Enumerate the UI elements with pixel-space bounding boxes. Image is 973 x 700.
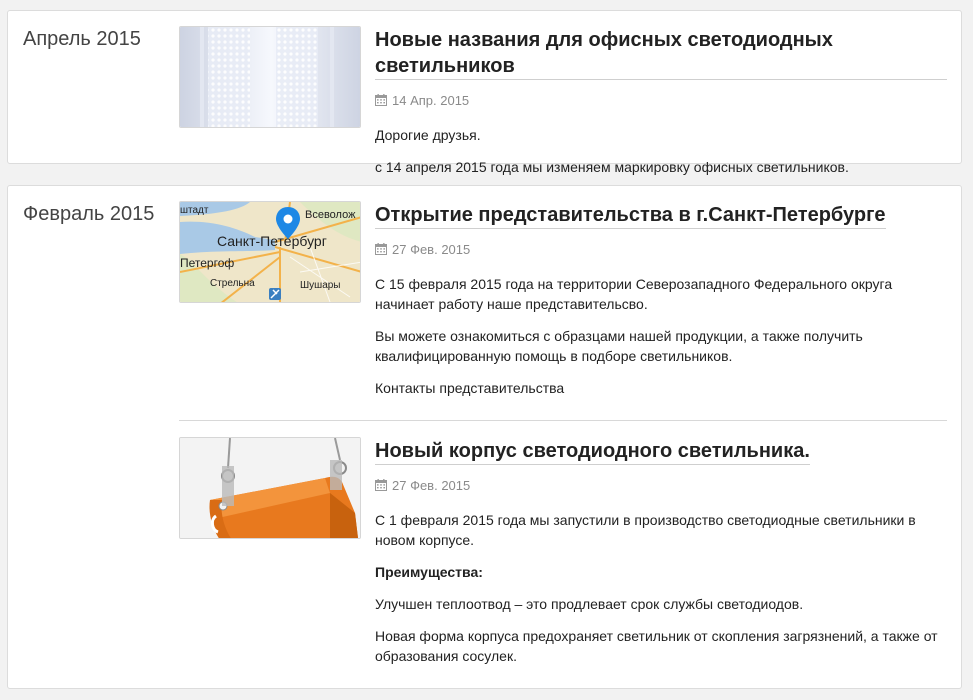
map-label-vsevolozhsk: Всеволож bbox=[305, 209, 356, 221]
news-paragraph: Дорогие друзья. bbox=[375, 127, 481, 143]
news-date: 27 Фев. 2015 bbox=[375, 477, 947, 493]
month-heading: Апрель 2015 bbox=[23, 28, 141, 50]
calendar-icon bbox=[375, 479, 387, 491]
contacts-link[interactable]: Контакты представительства bbox=[375, 378, 947, 398]
news-paragraph: с 14 апреля 2015 года мы изменяем маркир… bbox=[375, 159, 849, 175]
news-card-february: Февраль 2015 Санкт-Петербург Всеволож шт… bbox=[7, 185, 962, 689]
news-date: 14 Апр. 2015 bbox=[375, 92, 947, 108]
date-text: 27 Фев. 2015 bbox=[392, 477, 471, 493]
news-paragraph-heading: Преимущества: bbox=[375, 564, 483, 580]
news-paragraph: Улучшен теплоотвод – это продлевает срок… bbox=[375, 596, 804, 612]
map-label-peterhof: Петергоф bbox=[180, 256, 234, 270]
news-title-link[interactable]: Новые названия для офисных светодиодных … bbox=[375, 26, 947, 80]
map-label-strelna: Стрельна bbox=[210, 278, 255, 289]
item-divider bbox=[179, 420, 947, 421]
news-card-april: Апрель 2015 Новые названия для офисных с… bbox=[7, 10, 962, 175]
news-title-link[interactable]: Новый корпус светодиодного светильника. bbox=[375, 437, 810, 465]
map-label-city: Санкт-Петербург bbox=[217, 233, 327, 249]
map-label-shushary: Шушары bbox=[300, 280, 341, 291]
news-thumbnail-housing[interactable] bbox=[179, 437, 361, 539]
news-paragraph: Вы можете ознакомиться с образцами нашей… bbox=[375, 328, 863, 364]
news-thumbnail-led-panel[interactable] bbox=[179, 26, 361, 128]
date-text: 27 Фев. 2015 bbox=[392, 241, 471, 257]
map-label-kronstadt: штадт bbox=[180, 205, 209, 216]
news-title-link[interactable]: Открытие представительства в г.Санкт-Пет… bbox=[375, 201, 886, 229]
calendar-icon bbox=[375, 94, 387, 106]
news-paragraph: Новая форма корпуса предохраняет светиль… bbox=[375, 628, 938, 664]
news-paragraph: С 15 февраля 2015 года на территории Сев… bbox=[375, 276, 893, 312]
date-text: 14 Апр. 2015 bbox=[392, 92, 470, 108]
airport-icon bbox=[269, 288, 281, 300]
news-paragraph: С 1 февраля 2015 года мы запустили в про… bbox=[375, 512, 916, 548]
news-thumbnail-map[interactable]: Санкт-Петербург Всеволож штадт Петергоф … bbox=[179, 201, 361, 303]
calendar-icon bbox=[375, 243, 387, 255]
news-date: 27 Фев. 2015 bbox=[375, 241, 947, 257]
month-heading: Февраль 2015 bbox=[23, 203, 155, 225]
